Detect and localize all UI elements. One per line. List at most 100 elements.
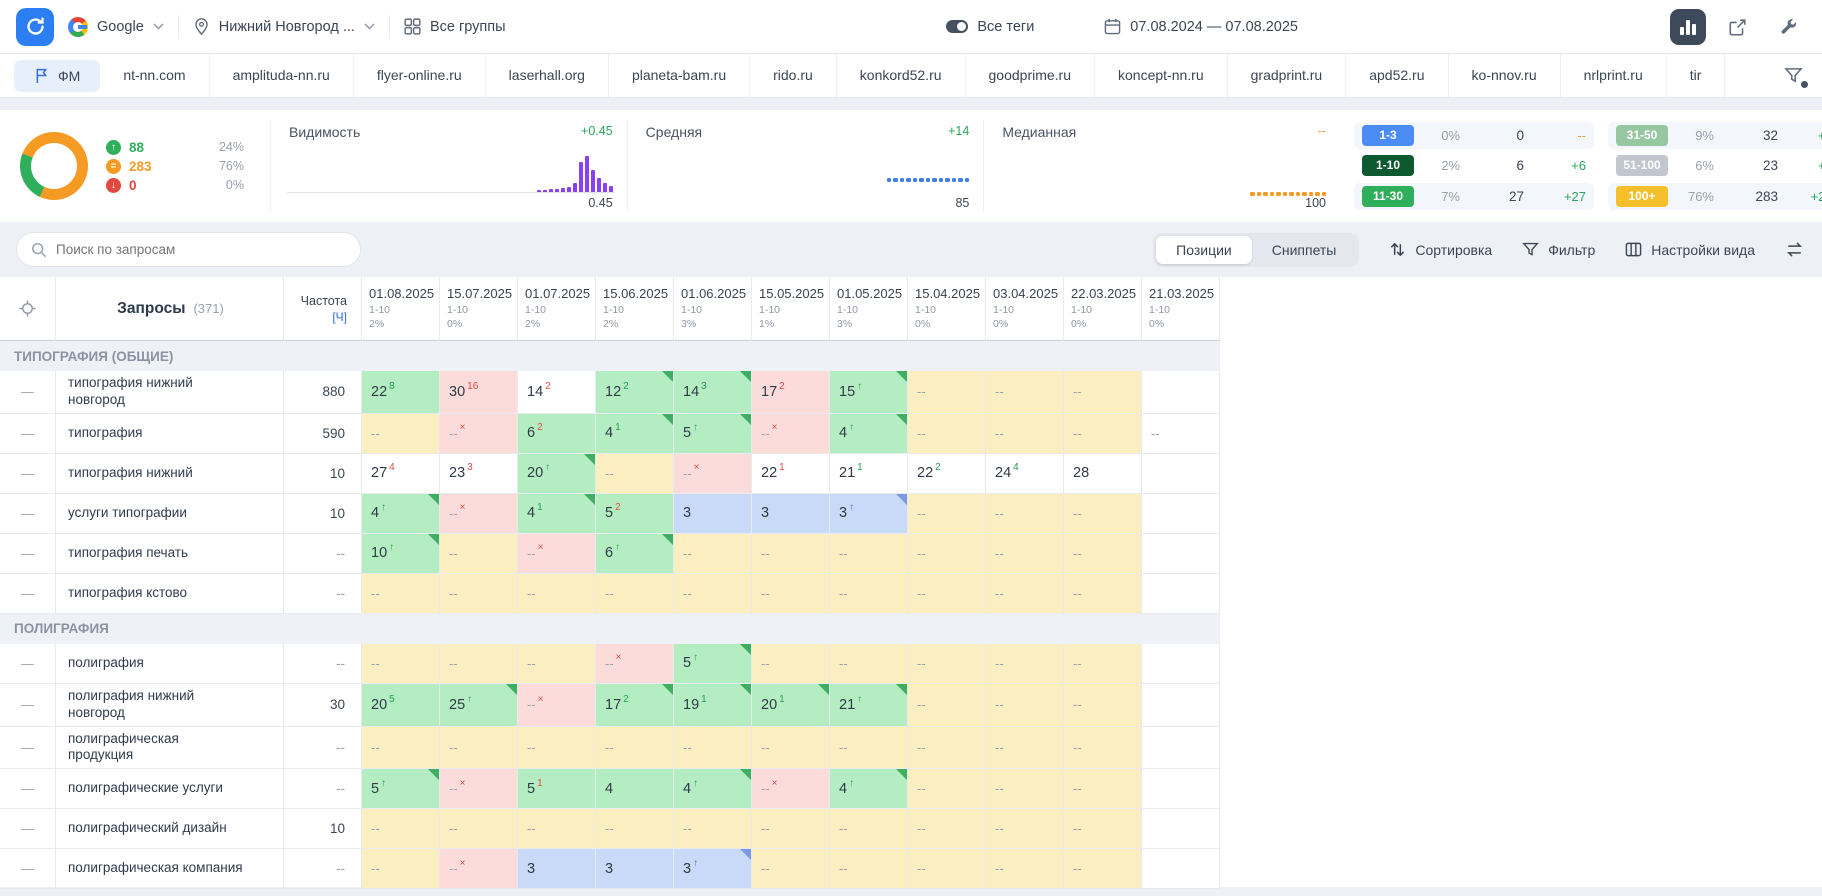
position-cell[interactable]: -- (518, 809, 596, 850)
position-cell[interactable]: 41 (518, 493, 596, 534)
position-cell[interactable]: -- (908, 493, 986, 534)
position-cell[interactable]: -- (908, 643, 986, 684)
query-cell[interactable]: услуги типографии (56, 493, 284, 534)
position-cell[interactable]: -- (674, 809, 752, 850)
position-cell[interactable]: -- (986, 769, 1064, 810)
position-cell[interactable]: 14 2 (518, 371, 596, 414)
position-cell[interactable]: -- (674, 533, 752, 574)
region-selector[interactable]: Нижний Новгород ... (193, 17, 375, 36)
position-cell[interactable]: -- (596, 726, 674, 770)
query-cell[interactable]: полиграфия (56, 643, 284, 684)
project-tab[interactable]: goodprime.ru (966, 54, 1096, 97)
position-cell[interactable]: 41 (596, 413, 674, 454)
column-header-date[interactable]: 01.05.2025 1-10 3% (830, 277, 908, 341)
position-cell[interactable]: -- (752, 533, 830, 574)
position-cell[interactable]: 17 2 (596, 683, 674, 727)
position-cell[interactable]: 4 ↑ (830, 413, 908, 454)
position-cell[interactable]: -- (752, 726, 830, 770)
project-tab[interactable]: rido.ru (750, 54, 837, 97)
position-cell[interactable]: 4 ↑ (830, 769, 908, 810)
position-cell[interactable]: -- (986, 726, 1064, 770)
row-handle[interactable]: — (0, 371, 56, 414)
tab-snippets[interactable]: Сниппеты (1252, 236, 1357, 264)
row-handle[interactable]: — (0, 533, 56, 574)
query-cell[interactable]: полиграфические услуги (56, 769, 284, 810)
position-cell[interactable]: -- (1064, 726, 1142, 770)
position-cell[interactable]: -- (752, 643, 830, 684)
project-tab[interactable]: tir (1667, 54, 1726, 97)
position-cell[interactable]: -- × (752, 413, 830, 454)
search-input[interactable] (56, 242, 346, 257)
position-cell[interactable]: -- (1064, 683, 1142, 727)
position-cell[interactable]: 10 ↑ (362, 533, 440, 574)
position-cell[interactable]: 3 (674, 493, 752, 534)
project-tab[interactable]: flyer-online.ru (354, 54, 486, 97)
row-handle[interactable]: — (0, 413, 56, 454)
query-cell[interactable]: типография печать (56, 533, 284, 574)
project-tab[interactable]: planeta-bam.ru (609, 54, 751, 97)
position-cell[interactable]: 20 5 (362, 683, 440, 727)
column-header-date[interactable]: 15.05.2025 1-10 1% (752, 277, 830, 341)
position-cell[interactable]: -- (1064, 643, 1142, 684)
position-cell[interactable]: 52 (596, 493, 674, 534)
query-cell[interactable]: типография нижний новгород (56, 371, 284, 414)
position-cell[interactable]: -- (908, 683, 986, 727)
position-cell[interactable]: -- (362, 809, 440, 850)
position-cell[interactable]: 19 1 (674, 683, 752, 727)
column-header-date[interactable]: 15.07.2025 1-10 0% (440, 277, 518, 341)
position-cell[interactable]: -- (830, 726, 908, 770)
position-cell[interactable]: -- (986, 413, 1064, 454)
position-cell[interactable]: 20 ↑ (518, 453, 596, 494)
query-cell[interactable]: типография (56, 413, 284, 454)
position-cell[interactable]: 3 ↑ (830, 493, 908, 534)
tags-toggle[interactable]: Все теги (946, 19, 1034, 35)
position-cell[interactable]: -- (986, 643, 1064, 684)
position-cell[interactable]: 22 1 (752, 453, 830, 494)
project-tab[interactable]: apd52.ru (1346, 54, 1449, 97)
filter-button[interactable]: Фильтр (1522, 241, 1595, 258)
date-range-picker[interactable]: 07.08.2024 — 07.08.2025 (1104, 18, 1298, 35)
position-cell[interactable]: -- (830, 573, 908, 614)
position-cell[interactable]: -- × (440, 849, 518, 890)
project-tab[interactable]: koncept-nn.ru (1095, 54, 1228, 97)
position-cell[interactable]: -- (674, 573, 752, 614)
position-cell[interactable]: -- (596, 573, 674, 614)
frequency-column-header[interactable]: Частота [Ч] (284, 277, 362, 341)
position-cell[interactable]: 21 ↑ (830, 683, 908, 727)
queries-column-header[interactable]: Запросы (371) (56, 277, 284, 341)
position-cell[interactable]: 12 2 (596, 371, 674, 414)
position-cell[interactable]: -- (440, 533, 518, 574)
position-cell[interactable]: -- (440, 573, 518, 614)
app-logo[interactable] (16, 7, 54, 46)
position-cell[interactable]: -- (830, 643, 908, 684)
position-cell[interactable]: -- (1064, 769, 1142, 810)
position-cell[interactable]: -- (908, 726, 986, 770)
position-cell[interactable]: -- (518, 726, 596, 770)
position-cell[interactable]: -- (908, 533, 986, 574)
project-tab[interactable]: amplituda-nn.ru (210, 54, 354, 97)
row-handle[interactable]: — (0, 573, 56, 614)
row-handle[interactable]: — (0, 769, 56, 810)
position-cell[interactable]: 20 1 (752, 683, 830, 727)
position-cell[interactable]: -- (986, 533, 1064, 574)
position-cell[interactable]: 3 (752, 493, 830, 534)
position-cell[interactable]: -- (908, 769, 986, 810)
position-cell[interactable]: -- × (518, 683, 596, 727)
position-cell[interactable]: 3 (518, 849, 596, 890)
query-cell[interactable]: полиграфия нижний новгород (56, 683, 284, 727)
row-handle[interactable]: — (0, 683, 56, 727)
row-handle[interactable]: — (0, 493, 56, 534)
position-cell[interactable]: 3 ↑ (674, 849, 752, 890)
project-tab[interactable]: laserhall.org (486, 54, 609, 97)
position-cell[interactable]: -- (362, 726, 440, 770)
position-cell[interactable]: -- (752, 849, 830, 890)
column-header-date[interactable]: 01.06.2025 1-10 3% (674, 277, 752, 341)
position-cell[interactable]: -- (986, 849, 1064, 890)
column-header-date[interactable]: 15.04.2025 1-10 0% (908, 277, 986, 341)
position-cell[interactable]: -- (908, 573, 986, 614)
position-cell[interactable]: -- (1064, 533, 1142, 574)
position-cell[interactable]: -- (518, 643, 596, 684)
position-cell[interactable]: 62 (518, 413, 596, 454)
position-cell[interactable]: 17 2 (752, 371, 830, 414)
position-cell[interactable]: -- (908, 413, 986, 454)
